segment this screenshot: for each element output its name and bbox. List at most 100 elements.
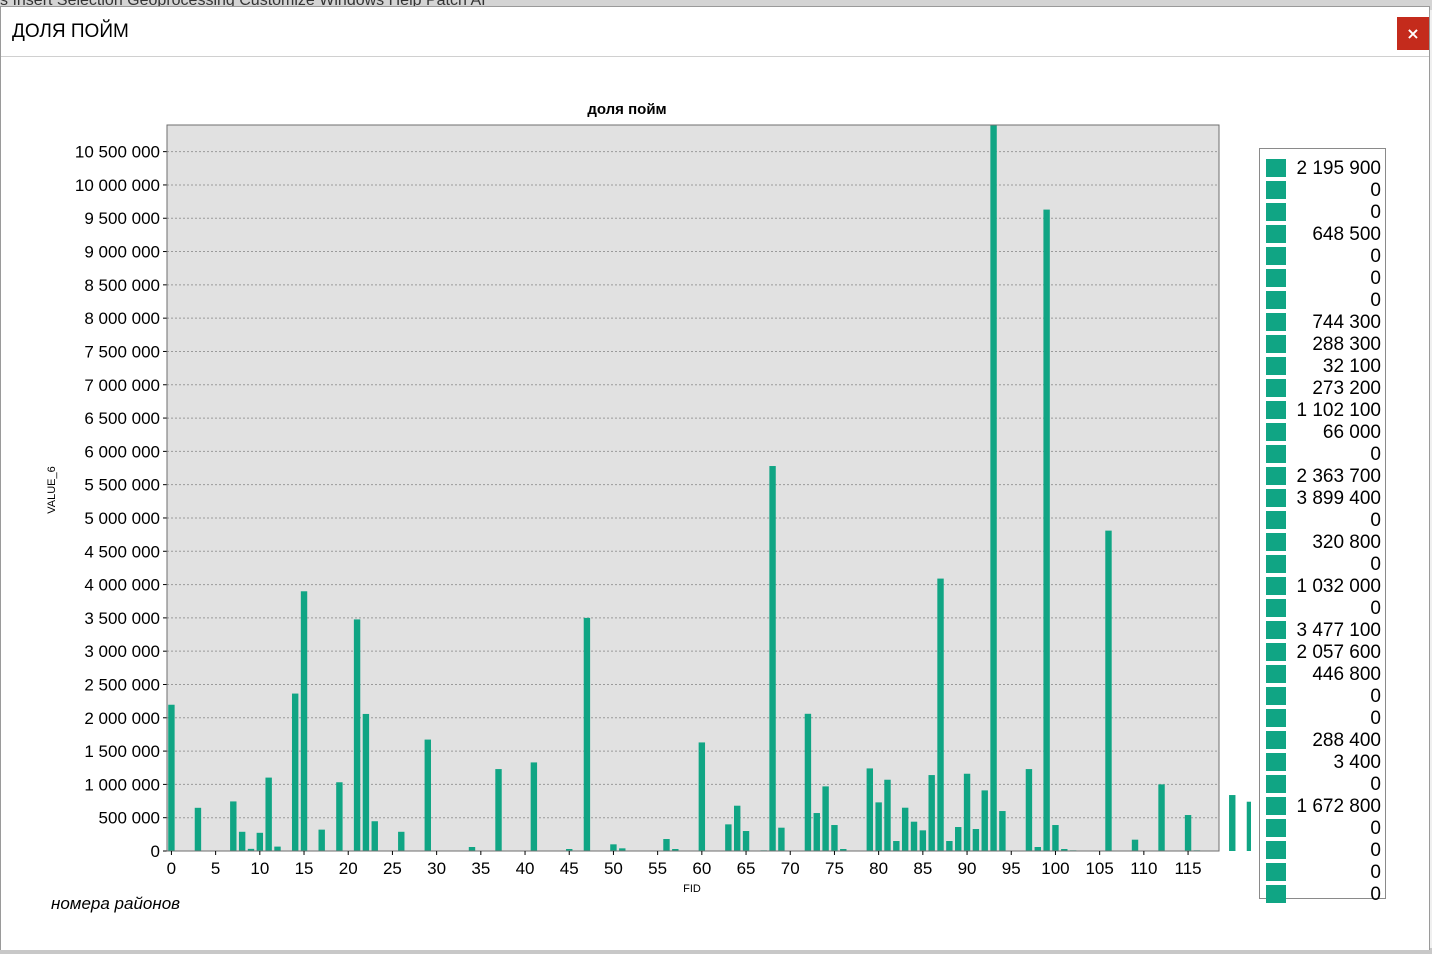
y-tick-label: 2 000 000 (84, 709, 160, 728)
x-tick-label: 20 (339, 859, 358, 878)
bar (1043, 209, 1050, 851)
legend-label: 0 (1370, 444, 1381, 465)
y-tick-label: 500 000 (99, 809, 160, 828)
bar (1158, 784, 1165, 851)
bar (256, 832, 264, 851)
bar (946, 841, 953, 851)
y-tick-label: 10 000 000 (75, 176, 160, 195)
x-tick-label: 90 (958, 859, 977, 878)
legend-label: 0 (1370, 840, 1381, 861)
legend-label: 0 (1370, 598, 1381, 619)
y-tick-label: 9 500 000 (84, 209, 160, 228)
close-button[interactable]: × (1397, 17, 1429, 50)
legend-swatch (1266, 357, 1286, 375)
legend-label: 0 (1370, 862, 1381, 883)
legend-swatch (1266, 181, 1286, 199)
legend-label: 66 000 (1322, 422, 1381, 443)
legend-swatch (1266, 555, 1286, 573)
legend-label: 288 400 (1312, 730, 1381, 751)
legend-label: 648 500 (1312, 224, 1381, 245)
legend-label: 320 800 (1312, 532, 1381, 553)
bar (1025, 769, 1033, 851)
x-tick-label: 100 (1041, 859, 1069, 878)
x-tick-label: 15 (295, 859, 314, 878)
bar (583, 617, 591, 851)
bar (813, 813, 820, 851)
legend-item: 3 400 (1260, 751, 1385, 773)
legend-item: 744 300 (1260, 311, 1385, 333)
x-tick-label: 70 (781, 859, 800, 878)
bar (663, 839, 670, 851)
legend-swatch (1266, 841, 1286, 859)
legend-item: 288 300 (1260, 333, 1385, 355)
legend-swatch (1266, 775, 1286, 793)
legend-label: 0 (1370, 246, 1381, 267)
legend-swatch (1266, 269, 1286, 287)
legend-label: 0 (1370, 554, 1381, 575)
bar (725, 824, 732, 851)
legend-swatch (1266, 379, 1286, 397)
legend-label: 1 672 800 (1296, 796, 1381, 817)
legend-swatch (1266, 753, 1286, 771)
legend-swatch (1266, 797, 1286, 815)
legend-item: 0 (1260, 289, 1385, 311)
legend-swatch (1266, 577, 1286, 595)
bar (362, 713, 370, 851)
legend-item: 648 500 (1260, 223, 1385, 245)
legend-swatch (1266, 313, 1286, 331)
bar (937, 578, 944, 851)
y-tick-label: 7 500 000 (84, 342, 160, 361)
legend-label: 0 (1370, 774, 1381, 795)
legend-label: 3 400 (1333, 752, 1381, 773)
x-tick-label: 55 (648, 859, 667, 878)
bar (1034, 847, 1041, 851)
legend-label: 0 (1370, 686, 1381, 707)
bar (999, 811, 1006, 851)
legend-label: 2 363 700 (1296, 466, 1381, 487)
x-tick-label: 85 (913, 859, 932, 878)
y-tick-label: 8 000 000 (84, 309, 160, 328)
legend-swatch (1266, 665, 1286, 683)
legend-label: 2 057 600 (1296, 642, 1381, 663)
bar (194, 807, 202, 851)
bar (875, 802, 882, 851)
y-tick-label: 5 500 000 (84, 476, 160, 495)
bar (318, 829, 325, 851)
legend-item: 0 (1260, 553, 1385, 575)
legend-swatch (1266, 203, 1286, 221)
bar (884, 779, 891, 851)
legend-label: 0 (1370, 510, 1381, 531)
bar (769, 466, 776, 851)
bar (901, 807, 909, 851)
legend-label: 0 (1370, 708, 1381, 729)
bar-chart: 0 500 000 1 000 000 1 500 000 2 000 000 2 500… (46, 101, 1251, 895)
bar (742, 831, 750, 851)
legend-label: 2 195 900 (1296, 158, 1381, 179)
legend-item: 320 800 (1260, 531, 1385, 553)
window-titlebar: ДОЛЯ ПОЙМ × (1, 7, 1429, 57)
legend-item: 0 (1260, 861, 1385, 883)
x-tick-label: 105 (1085, 859, 1113, 878)
legend-swatch (1266, 863, 1286, 881)
chart-window: ДОЛЯ ПОЙМ × 0 500 000 1 000 000 1 500 000 2 … (0, 6, 1430, 950)
x-tick-label: 50 (604, 859, 623, 878)
bar (230, 801, 237, 851)
x-tick-label: 40 (516, 859, 535, 878)
legend-swatch (1266, 335, 1286, 353)
y-tick-label: 6 500 000 (84, 409, 160, 428)
bar (955, 827, 962, 851)
x-tick-label: 30 (427, 859, 446, 878)
bar (990, 125, 997, 851)
legend-label: 446 800 (1312, 664, 1381, 685)
legend-item: 32 100 (1260, 355, 1385, 377)
x-tick-label: 0 (167, 859, 176, 878)
window-title: ДОЛЯ ПОЙМ (12, 21, 129, 42)
bar (734, 805, 741, 851)
legend-item: 288 400 (1260, 729, 1385, 751)
legend-item: 2 195 900 (1260, 157, 1385, 179)
legend-item: 3 899 400 (1260, 487, 1385, 509)
legend-swatch (1266, 291, 1286, 309)
bar (468, 847, 476, 851)
bar (1229, 795, 1236, 851)
bar (265, 777, 272, 851)
